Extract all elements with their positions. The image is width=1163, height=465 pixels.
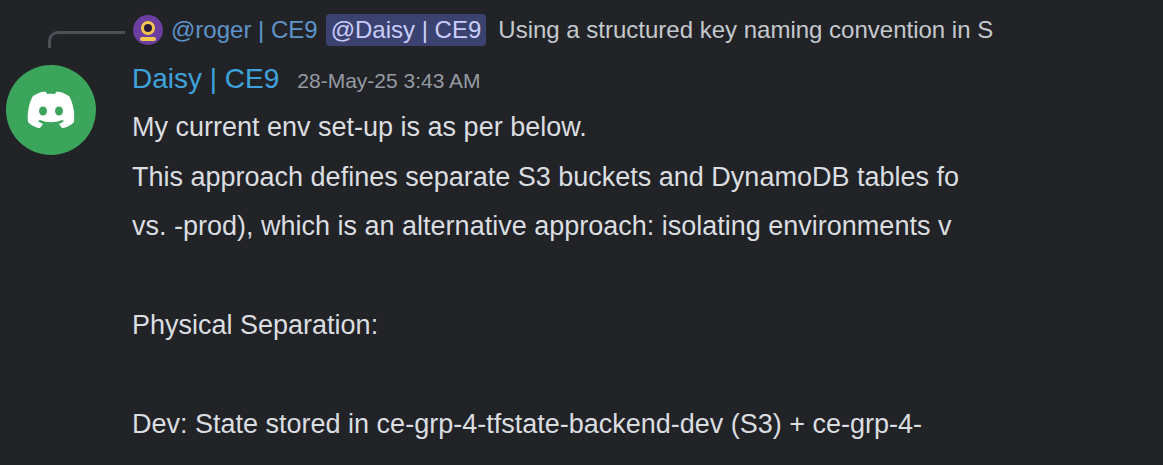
reply-preview[interactable]: @roger | CE9 @Daisy | CE9 Using a struct… bbox=[0, 8, 1163, 52]
message-line: My current env set-up is as per below. bbox=[132, 103, 959, 153]
message-line: Physical Separation: bbox=[132, 301, 959, 351]
mention[interactable]: @Daisy | CE9 bbox=[326, 14, 487, 46]
message-timestamp: 28-May-25 3:43 AM bbox=[297, 69, 480, 93]
message-line: This approach defines separate S3 bucket… bbox=[132, 153, 959, 203]
reply-connector bbox=[48, 31, 125, 48]
message-author[interactable]: Daisy | CE9 bbox=[132, 63, 279, 95]
reply-text[interactable]: Using a structured key naming convention… bbox=[498, 16, 993, 44]
chat-message: @roger | CE9 @Daisy | CE9 Using a struct… bbox=[0, 0, 1163, 465]
message-line: Dev: State stored in ce-grp-4-tfstate-ba… bbox=[132, 400, 959, 450]
user-avatar-icon[interactable] bbox=[133, 15, 163, 45]
discord-logo-icon[interactable] bbox=[6, 65, 96, 155]
reply-author[interactable]: @roger | CE9 bbox=[171, 16, 318, 44]
message-line: vs. -prod), which is an alternative appr… bbox=[132, 202, 959, 252]
